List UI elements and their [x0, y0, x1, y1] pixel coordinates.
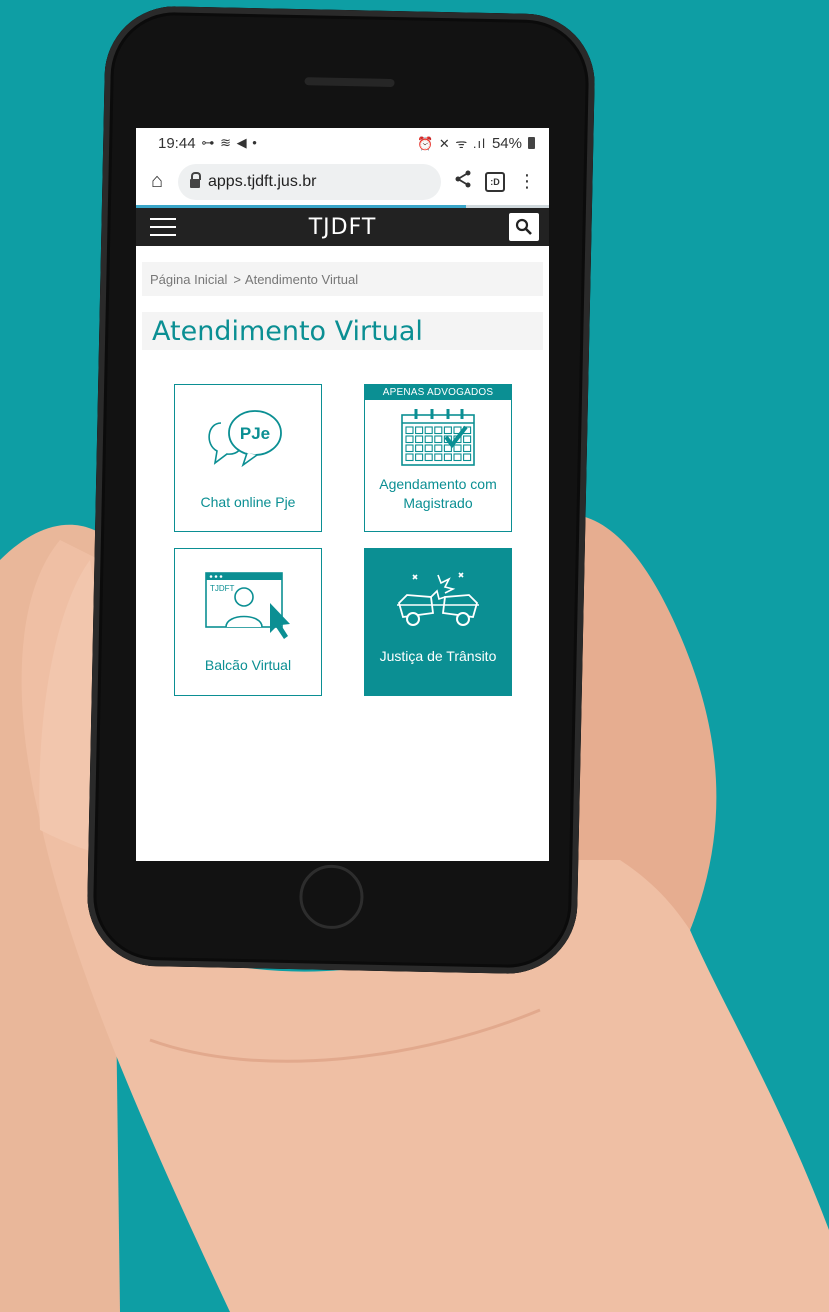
calendar-check-icon: [401, 409, 475, 466]
calendar-cell: [424, 426, 433, 435]
tjdft-icon-text: TJDFT: [210, 584, 235, 593]
breadcrumb: Página Inicial > Atendimento Virtual: [142, 262, 543, 296]
page-load-progress: [136, 205, 466, 208]
hamburger-menu-icon[interactable]: [150, 218, 176, 236]
virtual-counter-icon: TJDFT: [205, 572, 290, 639]
calendar-cell: [405, 453, 414, 462]
site-header: TJDFT: [136, 208, 549, 246]
phone-speaker: [304, 77, 395, 88]
status-time: 19:44: [158, 134, 196, 152]
calendar-cell: [463, 444, 472, 453]
calendar-cell: [453, 453, 462, 462]
tabs-icon[interactable]: :D: [485, 171, 505, 192]
calendar-cell: [434, 435, 443, 444]
calendar-cell: [415, 453, 424, 462]
calendar-cell: [424, 453, 433, 462]
breadcrumb-current: Atendimento Virtual: [244, 271, 359, 287]
services-grid: PJe Chat online Pje APENAS ADVOGADOS Age…: [174, 384, 514, 696]
tile-agendamento-magistrado[interactable]: APENAS ADVOGADOS Agendamento com Magistr…: [364, 384, 512, 532]
calendar-cell: [434, 453, 443, 462]
status-bar: 19:44 ⊶ ≋ ◀ • ⏰ ✕ ᯤ .ıl 54%: [136, 128, 549, 158]
calendar-cell: [424, 435, 433, 444]
tile-label: Agendamento com Magistrado: [379, 476, 497, 511]
address-bar[interactable]: apps.tjdft.jus.br: [178, 163, 441, 200]
tile-chat-online-pje[interactable]: PJe Chat online Pje: [174, 384, 322, 532]
calendar-cell: [415, 435, 424, 444]
calendar-cell: [405, 426, 414, 435]
calendar-cell: [463, 435, 472, 444]
pje-icon-text: PJe: [240, 424, 270, 443]
calendar-cell: [434, 444, 443, 453]
calendar-cell: [415, 444, 424, 453]
car-crash-icon: [397, 572, 479, 626]
home-icon[interactable]: ⌂: [146, 170, 168, 193]
calendar-cell: [463, 453, 472, 462]
battery-icon: [528, 137, 535, 149]
breadcrumb-separator: >: [233, 271, 241, 287]
tile-justica-transito[interactable]: Justiça de Trânsito: [364, 548, 512, 696]
site-logo[interactable]: TJDFT: [309, 215, 377, 240]
tile-balcao-virtual[interactable]: TJDFT Balcão Virtual: [174, 548, 322, 696]
calendar-cell: [415, 426, 424, 435]
calendar-cell: [453, 444, 462, 453]
lawyers-only-badge: APENAS ADVOGADOS: [365, 385, 511, 400]
calendar-cell: [443, 426, 452, 435]
breadcrumb-home-link[interactable]: Página Inicial: [150, 272, 227, 287]
page-title: Atendimento Virtual: [142, 312, 543, 350]
search-icon: [515, 218, 532, 235]
tile-label: Justiça de Trânsito: [379, 648, 497, 664]
tile-label: Chat online Pje: [200, 494, 296, 510]
notification-icons: ⊶ ≋ ◀ •: [201, 135, 258, 150]
url-text: apps.tjdft.jus.br: [208, 172, 317, 190]
calendar-cell: [405, 435, 414, 444]
lock-icon: [190, 172, 201, 188]
calendar-cell: [405, 444, 414, 453]
calendar-cell: [424, 444, 433, 453]
search-button[interactable]: [508, 213, 539, 241]
pje-chat-icon: PJe: [208, 410, 282, 468]
battery-level: 54%: [491, 134, 522, 152]
home-hardware-button[interactable]: [298, 864, 365, 930]
share-icon[interactable]: [451, 170, 475, 193]
tile-label: Balcão Virtual: [204, 657, 292, 673]
calendar-cell: [434, 426, 443, 435]
more-options-icon[interactable]: ⋮: [515, 171, 539, 192]
calendar-cell: [443, 453, 452, 462]
phone-screen: 19:44 ⊶ ≋ ◀ • ⏰ ✕ ᯤ .ıl 54% ⌂ apps.tjdft…: [136, 128, 549, 861]
browser-toolbar: ⌂ apps.tjdft.jus.br :D ⋮: [136, 158, 549, 208]
system-icons: ⏰ ✕ ᯤ .ıl: [417, 136, 486, 151]
